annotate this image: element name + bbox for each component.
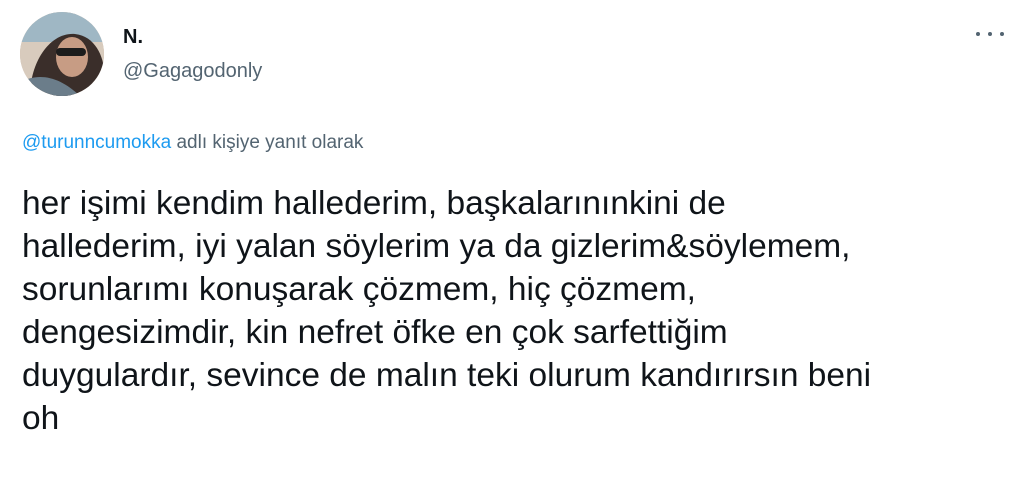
tweet-text: her işimi kendim hallederim, başkalarını… bbox=[22, 182, 1012, 440]
reply-mention-link[interactable]: @turunncumokka bbox=[22, 132, 171, 153]
more-options-button[interactable] bbox=[976, 28, 1004, 40]
reply-context-label: adlı kişiye yanıt olarak bbox=[176, 132, 364, 153]
user-handle[interactable]: @Gagagodonly bbox=[123, 60, 262, 83]
tweet-text-line: hallederim, iyi yalan söylerim ya da giz… bbox=[22, 228, 851, 265]
more-horizontal-icon bbox=[976, 32, 980, 36]
more-horizontal-icon bbox=[988, 32, 992, 36]
tweet-text-line: duygulardır, sevince de malın teki oluru… bbox=[22, 357, 872, 394]
tweet-text-line: dengesizimdir, kin nefret öfke en çok sa… bbox=[22, 314, 728, 351]
tweet-text-line: oh bbox=[22, 400, 60, 437]
display-name[interactable]: N. bbox=[123, 26, 143, 49]
avatar-image bbox=[20, 12, 104, 96]
more-horizontal-icon bbox=[1000, 32, 1004, 36]
tweet-text-line: her işimi kendim hallederim, başkalarını… bbox=[22, 185, 726, 222]
avatar[interactable] bbox=[20, 12, 104, 96]
tweet-text-line: sorunlarımı konuşarak çözmem, hiç çözmem… bbox=[22, 271, 696, 308]
reply-context: @turunncumokka adlı kişiye yanıt olarak bbox=[22, 132, 363, 154]
